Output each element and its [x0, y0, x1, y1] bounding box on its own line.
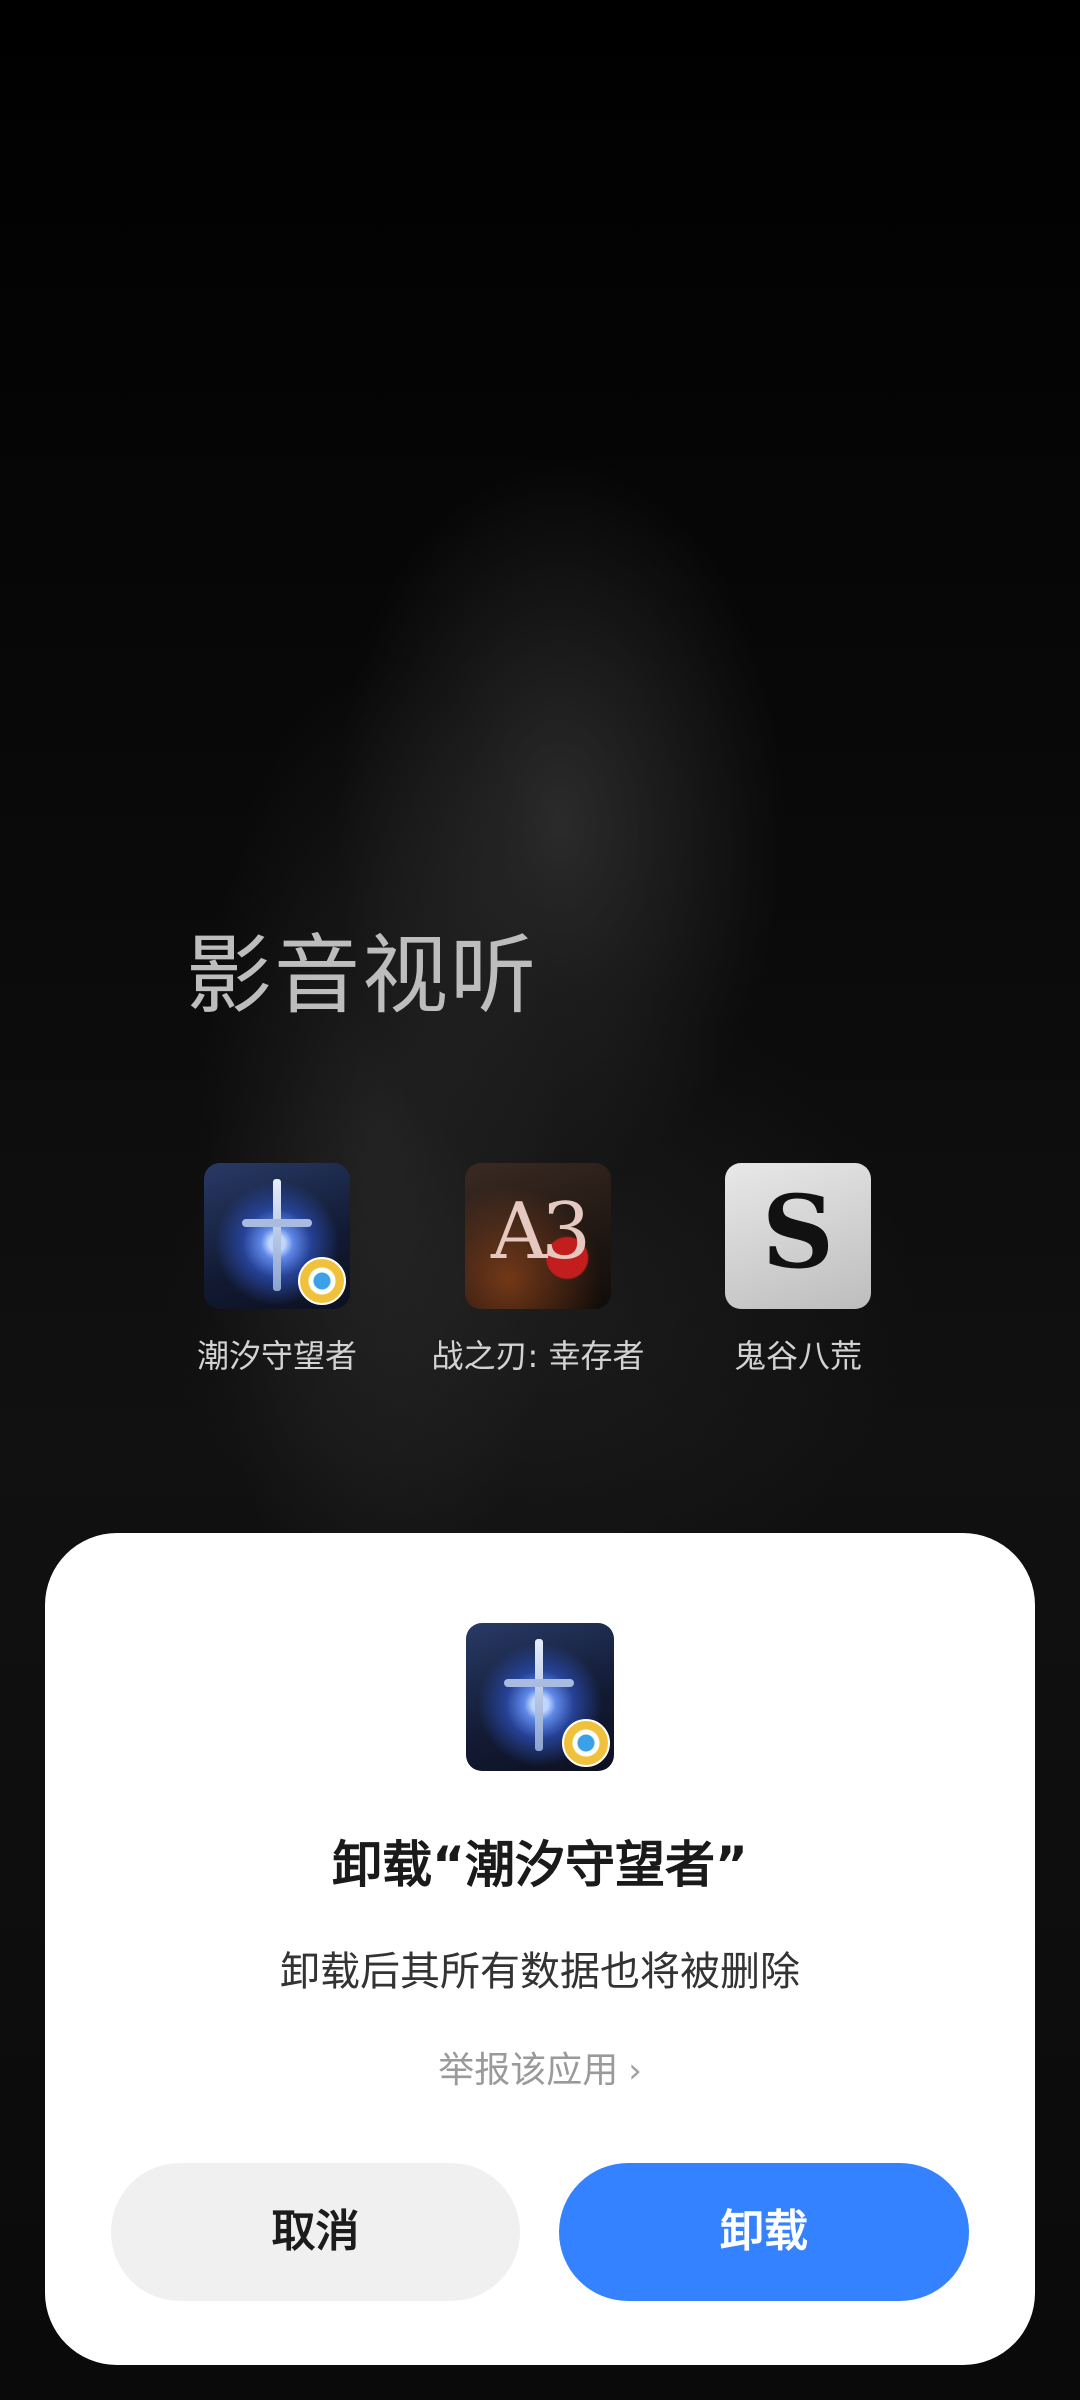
ghost-valley-app-icon[interactable]: S [725, 1163, 871, 1309]
dialog-title: 卸载“潮汐守望者” [332, 1836, 748, 1894]
app-ghost-valley[interactable]: S 鬼谷八荒 [668, 1163, 928, 1377]
uninstall-button[interactable]: 卸载 [559, 2163, 969, 2301]
app-label: 鬼谷八荒 [733, 1337, 862, 1375]
a3-app-icon[interactable]: A3 [465, 1163, 611, 1309]
sword-guard-graphic [504, 1679, 574, 1687]
uninstall-dialog: 卸载“潮汐守望者” 卸载后其所有数据也将被删除 举报该应用 › 取消 卸载 [45, 1533, 1035, 2365]
tide-watcher-app-icon[interactable] [204, 1163, 350, 1309]
folder-title: 影音视听 [186, 926, 538, 1026]
sword-graphic [273, 1179, 281, 1291]
app-tide-watcher[interactable]: 潮汐守望者 [147, 1163, 407, 1377]
cancel-button[interactable]: 取消 [111, 2163, 520, 2301]
tide-watcher-app-icon [466, 1623, 614, 1771]
app-label: 战之刃: 幸存者 [431, 1337, 645, 1375]
folder-app-grid: 潮汐守望者 A3 战之刃: 幸存者 S 鬼谷八荒 [0, 1163, 1080, 1383]
sword-guard-graphic [242, 1219, 312, 1227]
home-screen-folder: 影音视听 潮汐守望者 A3 战之刃: 幸存者 S 鬼谷八荒 卸载“潮汐守望者” … [0, 0, 1080, 2400]
a3-logo-mark: A3 [491, 1187, 591, 1277]
game-center-badge-icon [298, 1257, 346, 1305]
app-label: 潮汐守望者 [196, 1337, 357, 1375]
sword-graphic [535, 1639, 543, 1751]
dragon-logo-mark: S [761, 1173, 835, 1291]
game-center-badge-icon [562, 1719, 610, 1767]
app-a3[interactable]: A3 战之刃: 幸存者 [408, 1163, 668, 1377]
report-app-link[interactable]: 举报该应用 › [45, 2041, 1035, 2093]
chevron-right-icon: › [628, 2051, 642, 2091]
dialog-message: 卸载后其所有数据也将被删除 [280, 1949, 800, 1995]
report-app-label: 举报该应用 [438, 2050, 619, 2091]
